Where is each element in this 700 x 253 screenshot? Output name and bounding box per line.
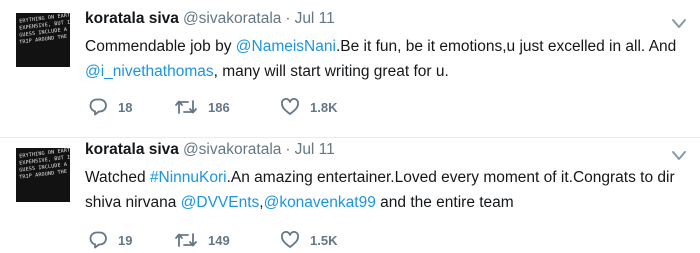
retweet-button[interactable]: 149: [174, 229, 230, 251]
chevron-down-icon[interactable]: [670, 17, 688, 31]
chevron-down-icon[interactable]: [670, 149, 688, 163]
mention-link[interactable]: @NameisNani: [236, 38, 336, 55]
avatar-text: ERYTHING ON EARTH IS EXPENSIVE, BUT I GU…: [16, 148, 70, 182]
author-handle[interactable]: @sivakoratala: [183, 10, 281, 27]
tweet-actions: 18 186 1.8K: [88, 96, 488, 118]
tweet-text-part: and the entire team: [375, 194, 514, 211]
reply-count: 19: [118, 232, 133, 248]
tweet-text: Watched #NinnuKori.An amazing entertaine…: [85, 165, 690, 215]
reply-button[interactable]: 19: [88, 229, 132, 251]
retweet-icon: [175, 100, 197, 114]
tweet[interactable]: ERYTHING ON EARTH IS EXPENSIVE, BUT I GU…: [0, 137, 700, 253]
avatar-text: ERYTHING ON EARTH IS EXPENSIVE, BUT I GU…: [16, 13, 70, 47]
mention-link[interactable]: @i_nivethathomas: [85, 63, 214, 80]
tweet-header: koratala siva @sivakoratala · Jul 11: [85, 141, 335, 159]
mention-link[interactable]: @konavenkat99: [264, 194, 376, 211]
reply-button[interactable]: 18: [88, 96, 132, 118]
author-handle[interactable]: @sivakoratala: [183, 141, 281, 158]
tweet-text-part: Watched: [85, 169, 150, 186]
heart-icon: [281, 231, 299, 248]
tweet-text-part: Commendable job by: [85, 38, 236, 55]
separator-dot: ·: [285, 10, 291, 27]
tweet-header: koratala siva @sivakoratala · Jul 11: [85, 10, 335, 28]
reply-icon: [89, 98, 107, 116]
avatar[interactable]: ERYTHING ON EARTH IS EXPENSIVE, BUT I GU…: [16, 13, 70, 67]
retweet-button[interactable]: 186: [174, 96, 230, 118]
reply-icon: [89, 231, 107, 249]
reply-count: 18: [118, 99, 133, 115]
tweet[interactable]: ERYTHING ON EARTH IS EXPENSIVE, BUT I GU…: [0, 0, 700, 138]
hashtag-link[interactable]: #NinnuKori: [150, 169, 227, 186]
separator-dot: ·: [285, 141, 291, 158]
author-name[interactable]: koratala siva: [85, 10, 179, 27]
retweet-icon: [175, 233, 197, 247]
heart-icon: [281, 98, 299, 115]
tweet-text-part: , many will start writing great for u.: [213, 63, 449, 80]
like-count: 1.8K: [310, 99, 338, 115]
tweet-text: Commendable job by @NameisNani.Be it fun…: [85, 34, 690, 84]
retweet-count: 186: [208, 99, 230, 115]
like-button[interactable]: 1.8K: [280, 96, 337, 118]
tweet-date[interactable]: Jul 11: [295, 10, 335, 27]
tweet-actions: 19 149 1.5K: [88, 229, 488, 251]
retweet-count: 149: [208, 232, 230, 248]
author-name[interactable]: koratala siva: [85, 141, 179, 158]
like-count: 1.5K: [310, 232, 338, 248]
tweet-date[interactable]: Jul 11: [295, 141, 335, 158]
like-button[interactable]: 1.5K: [280, 229, 337, 251]
mention-link[interactable]: @DVVEnts: [181, 194, 260, 211]
tweet-text-part: .Be it fun, be it emotions,u just excell…: [335, 38, 677, 55]
avatar[interactable]: ERYTHING ON EARTH IS EXPENSIVE, BUT I GU…: [16, 148, 70, 202]
